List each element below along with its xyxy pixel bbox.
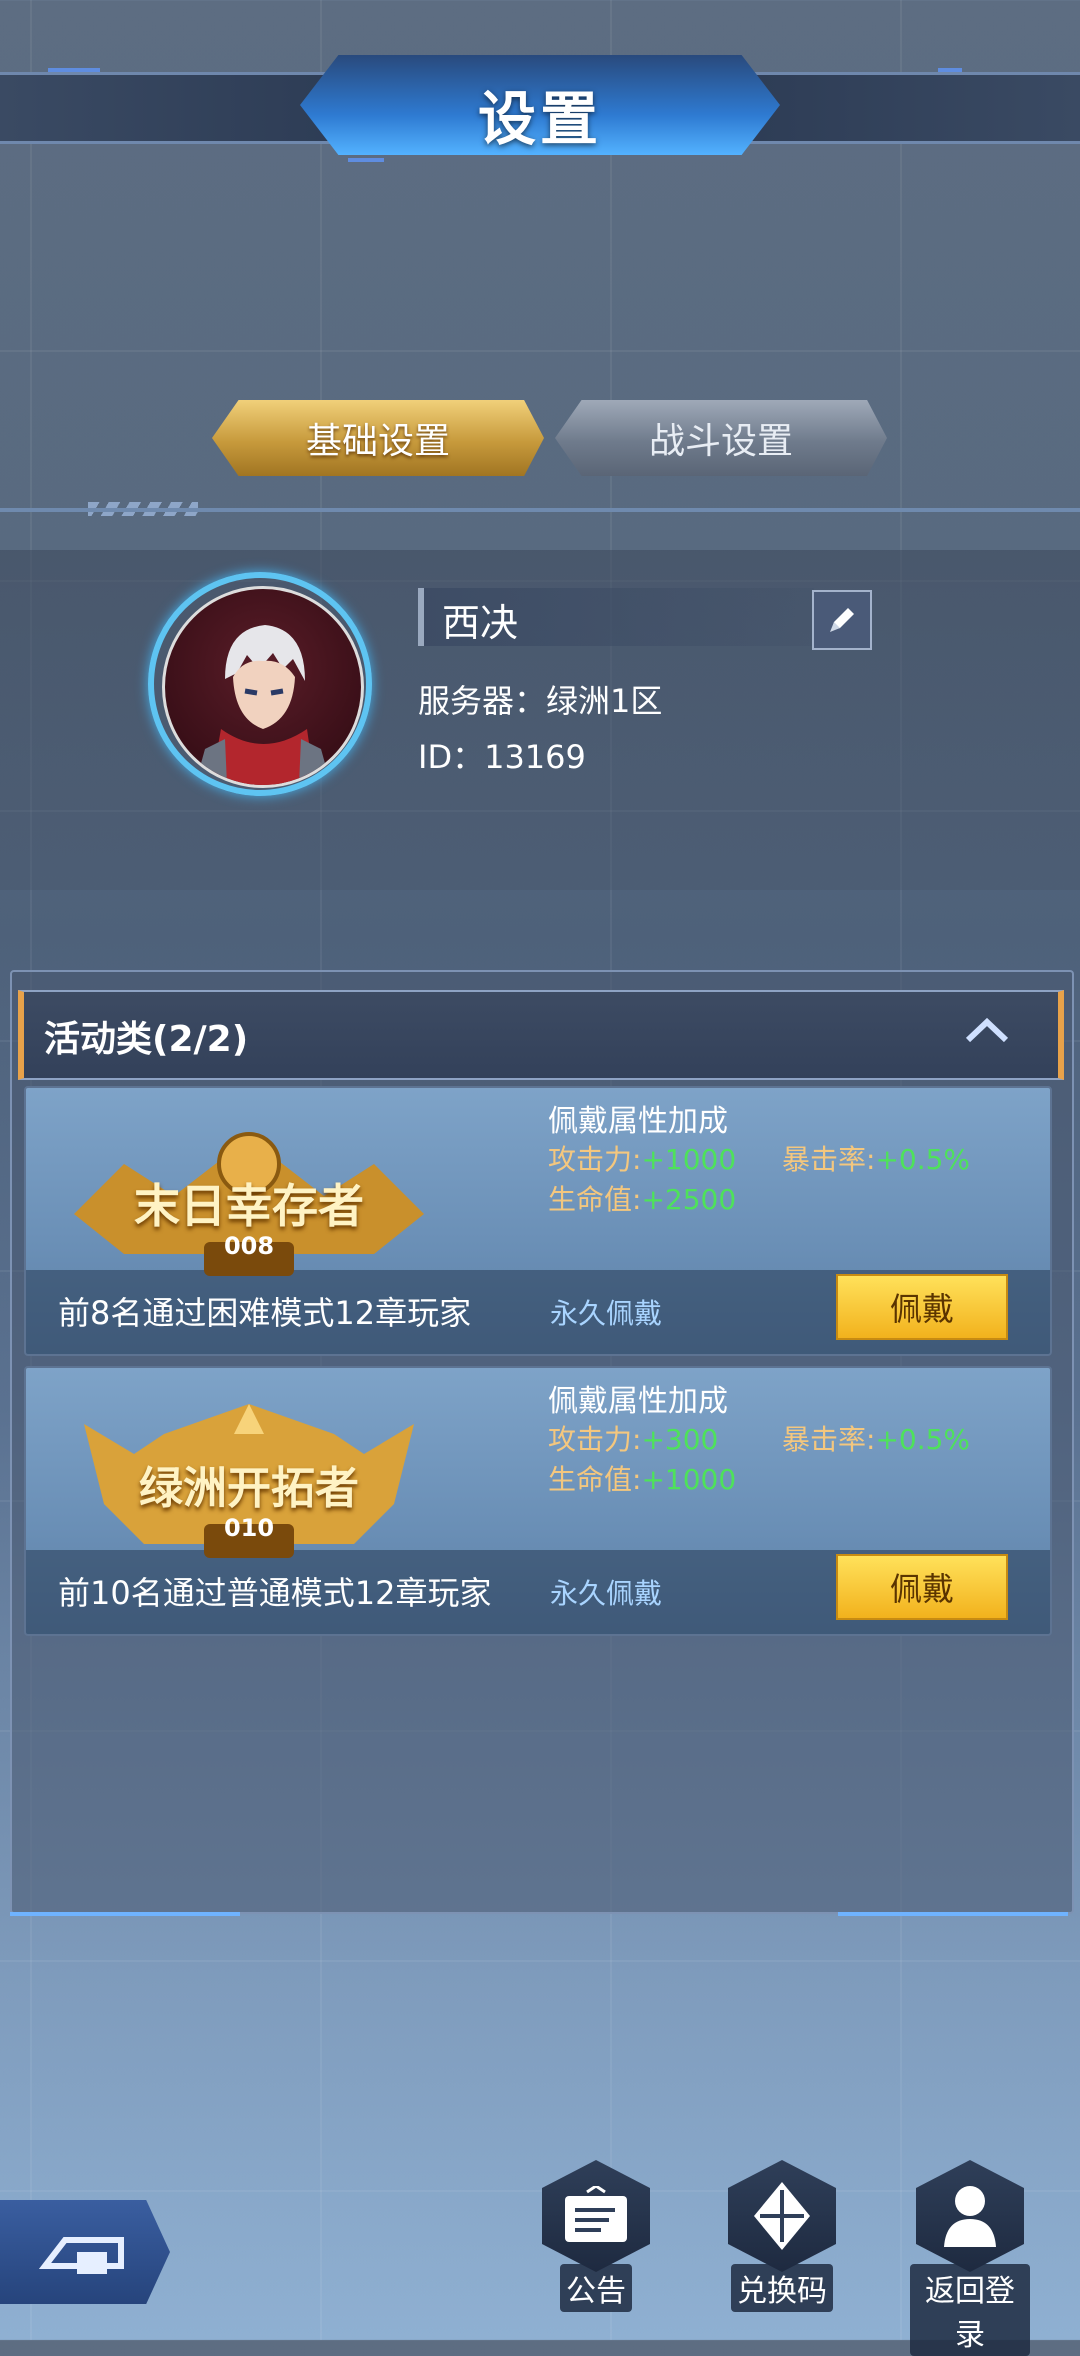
pen-icon bbox=[830, 608, 854, 632]
hp-value: +2500 bbox=[641, 1183, 737, 1216]
wear-button[interactable]: 佩戴 bbox=[836, 1554, 1008, 1620]
tab-basic-settings[interactable]: 基础设置 bbox=[212, 400, 544, 476]
title-card: 末日幸存者 008 佩戴属性加成 攻击力:+1000 生命值:+2500 暴击率… bbox=[24, 1086, 1052, 1356]
hp-label: 生命值: bbox=[548, 1183, 642, 1216]
title-description: 前10名通过普通模式12章玩家 bbox=[58, 1574, 492, 1612]
badge-number: 008 bbox=[223, 1232, 275, 1260]
bonus-title: 佩戴属性加成 bbox=[548, 1104, 728, 1139]
notice-board-icon bbox=[565, 2186, 627, 2242]
player-id: ID：13169 bbox=[418, 738, 586, 776]
back-button[interactable] bbox=[0, 2200, 170, 2304]
hp-value: +1000 bbox=[641, 1463, 737, 1496]
wear-button[interactable]: 佩戴 bbox=[836, 1274, 1008, 1340]
crit-stat: 暴击率:+0.5% bbox=[782, 1138, 970, 1178]
bonus-title: 佩戴属性加成 bbox=[548, 1384, 728, 1419]
title-duration: 永久佩戴 bbox=[550, 1577, 663, 1610]
return-login-hex bbox=[916, 2160, 1024, 2272]
attack-label: 攻击力: bbox=[548, 1423, 642, 1456]
badge-number: 010 bbox=[223, 1514, 275, 1542]
notice-hex bbox=[542, 2160, 650, 2272]
header-deco bbox=[48, 68, 100, 72]
attack-stat: 攻击力:+300 bbox=[548, 1418, 718, 1458]
diamond-icon bbox=[754, 2182, 810, 2250]
crit-stat: 暴击率:+0.5% bbox=[782, 1418, 970, 1458]
header-deco bbox=[938, 68, 962, 72]
section-title: 活动类(2/2) bbox=[44, 1019, 249, 1060]
crit-label: 暴击率: bbox=[782, 1143, 876, 1176]
crit-value: +0.5% bbox=[875, 1143, 971, 1176]
title-duration: 永久佩戴 bbox=[550, 1297, 663, 1330]
return-login-button[interactable]: 返回登录 bbox=[910, 2160, 1030, 2356]
hp-stat: 生命值:+2500 bbox=[548, 1178, 736, 1218]
chevron-up-icon[interactable] bbox=[962, 1010, 1012, 1050]
title-card: 绿洲开拓者 010 佩戴属性加成 攻击力:+300 生命值:+1000 暴击率:… bbox=[24, 1366, 1052, 1636]
badge-text: 末日幸存者 bbox=[134, 1179, 364, 1233]
hp-stat: 生命值:+1000 bbox=[548, 1458, 736, 1498]
header: 设置 bbox=[0, 50, 1080, 160]
avatar-portrait-icon bbox=[195, 625, 331, 785]
title-description: 前8名通过困难模式12章玩家 bbox=[58, 1294, 472, 1332]
avatar[interactable] bbox=[162, 586, 364, 788]
panel-corner-left bbox=[10, 1898, 240, 1916]
attack-stat: 攻击力:+1000 bbox=[548, 1138, 736, 1178]
attack-label: 攻击力: bbox=[548, 1143, 642, 1176]
user-icon bbox=[944, 2186, 996, 2247]
player-name: 西决 bbox=[442, 601, 519, 645]
hp-label: 生命值: bbox=[548, 1463, 642, 1496]
crit-label: 暴击率: bbox=[782, 1423, 876, 1456]
redeem-code-button[interactable]: 兑换码 bbox=[722, 2160, 842, 2312]
attack-value: +300 bbox=[641, 1423, 719, 1456]
redeem-hex bbox=[728, 2160, 836, 2272]
crit-value: +0.5% bbox=[875, 1423, 971, 1456]
header-deco bbox=[348, 158, 384, 162]
panel-corner-right bbox=[838, 1898, 1068, 1916]
notice-button[interactable]: 公告 bbox=[536, 2160, 656, 2312]
badge-text: 绿洲开拓者 bbox=[139, 1463, 359, 1514]
tab-underline bbox=[0, 508, 1080, 512]
attack-value: +1000 bbox=[641, 1143, 737, 1176]
back-arrow-icon bbox=[38, 2237, 124, 2274]
server-info: 服务器：绿洲1区 bbox=[418, 682, 663, 720]
return-login-label: 返回登录 bbox=[910, 2264, 1030, 2356]
page-title: 设置 bbox=[477, 85, 602, 153]
edit-name-button[interactable] bbox=[812, 590, 872, 650]
tab-battle-settings[interactable]: 战斗设置 bbox=[555, 400, 887, 476]
